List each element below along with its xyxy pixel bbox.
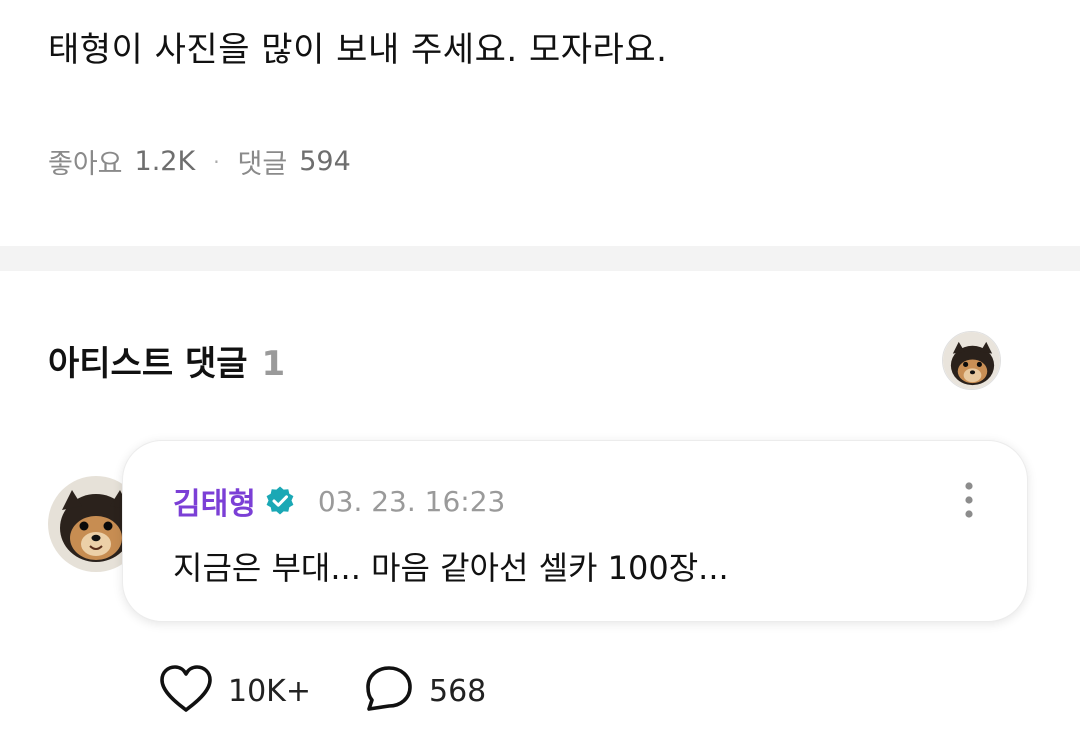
reply-button[interactable]: 568 [363, 664, 486, 718]
artist-comments-title: 아티스트 댓글 [48, 344, 248, 384]
likes-count[interactable]: 1.2K [135, 146, 196, 177]
comments-label[interactable]: 댓글 [238, 142, 288, 181]
section-divider [0, 246, 1080, 271]
stats-separator: · [213, 149, 220, 174]
post-stats: 좋아요 1.2K · 댓글 594 [48, 142, 351, 181]
like-count: 10K+ [228, 673, 311, 709]
artist-avatar-small[interactable] [942, 331, 1001, 390]
artist-comments-header: 아티스트 댓글 1 [48, 336, 285, 385]
verified-badge-icon [264, 485, 296, 517]
post-detail-page: 태형이 사진을 많이 보내 주세요. 모자라요. 좋아요 1.2K · 댓글 5… [0, 0, 1080, 739]
heart-icon [158, 664, 214, 718]
artist-comments-count: 1 [261, 344, 286, 384]
more-vertical-icon[interactable] [961, 481, 977, 521]
comment-timestamp: 03. 23. 16:23 [317, 484, 506, 518]
comment-bubble-icon [363, 664, 415, 718]
comment-author-row: 김태형 03. 23. 16:23 [173, 479, 505, 523]
likes-label[interactable]: 좋아요 [48, 142, 123, 181]
reply-count: 568 [428, 673, 487, 709]
comment-body-text: 지금은 부대... 마음 같아선 셀카 100장... [173, 549, 729, 587]
post-body-text: 태형이 사진을 많이 보내 주세요. 모자라요. [48, 30, 668, 70]
comment-bubble: 김태형 03. 23. 16:23 지금은 부대... 마음 같아선 셀카 10… [122, 440, 1028, 622]
like-button[interactable]: 10K+ [158, 664, 311, 718]
comments-count[interactable]: 594 [299, 146, 351, 177]
comment-author-name[interactable]: 김태형 [173, 479, 256, 523]
comment-actions: 10K+ 568 [158, 664, 538, 718]
